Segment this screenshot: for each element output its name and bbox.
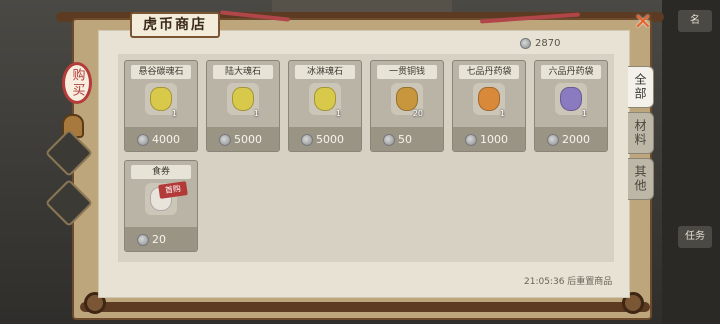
tab-materials[interactable]: 材料 (628, 112, 654, 154)
item-price: 50 (383, 133, 412, 146)
silver-coin-icon (301, 133, 313, 146)
item-name: 一贯铜钱 (377, 65, 437, 79)
currency-display: 2870 (520, 36, 560, 50)
item-price: 5000 (301, 133, 344, 146)
item-price: 1000 (465, 133, 508, 146)
shop-item-card[interactable]: 六品丹药袋 1 2000 (534, 60, 608, 152)
item-price: 4000 (137, 133, 180, 146)
right-side-label[interactable]: 名 (678, 10, 712, 32)
right-side-panel (662, 0, 720, 324)
item-name: 六品丹药袋 (541, 65, 601, 79)
item-name: 冰淋魂石 (295, 65, 355, 79)
tab-all[interactable]: 全部 (628, 66, 654, 108)
nav-label: 购买 (69, 68, 85, 98)
item-quantity: 20 (412, 109, 423, 118)
silver-coin-icon (520, 37, 531, 49)
shop-item-card[interactable]: 陆大魂石 1 5000 (206, 60, 280, 152)
silver-coin-icon (219, 133, 231, 146)
price-value: 1000 (480, 133, 508, 146)
item-quantity: 1 (335, 109, 341, 118)
item-price: 5000 (219, 133, 262, 146)
item-name: 悬谷碳魂石 (131, 65, 191, 79)
silver-coin-icon (137, 233, 149, 246)
item-name: 食券 (131, 165, 191, 179)
price-value: 20 (152, 233, 166, 246)
frame-bottom-beam (80, 302, 650, 312)
item-quantity: 1 (581, 109, 587, 118)
shop-item-card[interactable]: 食券首购 20 (124, 160, 198, 252)
shop-item-card[interactable]: 冰淋魂石 1 5000 (288, 60, 362, 152)
price-value: 50 (398, 133, 412, 146)
silver-coin-icon (137, 133, 149, 146)
shop-item-card[interactable]: 悬谷碳魂石 1 4000 (124, 60, 198, 152)
item-price: 2000 (547, 133, 590, 146)
reset-timer: 21:05:36 后重置商品 (524, 277, 613, 287)
silver-coin-icon (547, 133, 559, 146)
price-value: 4000 (152, 133, 180, 146)
shop-item-card[interactable]: 七品丹药袋 1 1000 (452, 60, 526, 152)
silver-coin-icon (465, 133, 477, 146)
close-button[interactable]: ✕ (632, 12, 654, 34)
item-price: 20 (137, 233, 166, 246)
tab-other[interactable]: 其他 (628, 158, 654, 200)
item-quantity: 1 (499, 109, 505, 118)
price-value: 2000 (562, 133, 590, 146)
item-name: 陆大魂石 (213, 65, 273, 79)
right-side-label[interactable]: 任务 (678, 226, 712, 248)
nav-buy-button[interactable]: 购买 (62, 62, 92, 104)
silver-coin-icon (383, 133, 395, 146)
item-quantity: 1 (171, 109, 177, 118)
price-value: 5000 (316, 133, 344, 146)
item-quantity: 1 (253, 109, 259, 118)
shop-title: 虎币商店 (130, 12, 220, 38)
price-value: 5000 (234, 133, 262, 146)
first-purchase-badge: 首购 (158, 181, 188, 199)
shop-item-card[interactable]: 一贯铜钱 20 50 (370, 60, 444, 152)
currency-amount: 2870 (535, 37, 561, 49)
item-name: 七品丹药袋 (459, 65, 519, 79)
